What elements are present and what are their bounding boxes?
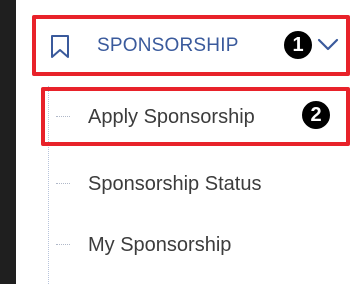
tree-branch (56, 183, 70, 184)
menu-item-my-sponsorship[interactable]: My Sponsorship (40, 216, 350, 274)
annotation-badge-1: 1 (282, 29, 314, 61)
menu-item-label: Sponsorship Status (88, 173, 262, 195)
menu-item-sponsorship-status[interactable]: Sponsorship Status (40, 155, 350, 213)
annotation-badge-2: 2 (300, 99, 332, 131)
tree-branch (56, 244, 70, 245)
tree-branch (56, 116, 70, 117)
bookmark-icon (51, 35, 69, 58)
chevron-down-icon[interactable] (317, 38, 339, 52)
left-edge-bar (0, 0, 16, 284)
section-label: SPONSORSHIP (97, 35, 239, 56)
menu-item-label: My Sponsorship (88, 234, 232, 256)
menu-item-label: Apply Sponsorship (88, 106, 255, 128)
